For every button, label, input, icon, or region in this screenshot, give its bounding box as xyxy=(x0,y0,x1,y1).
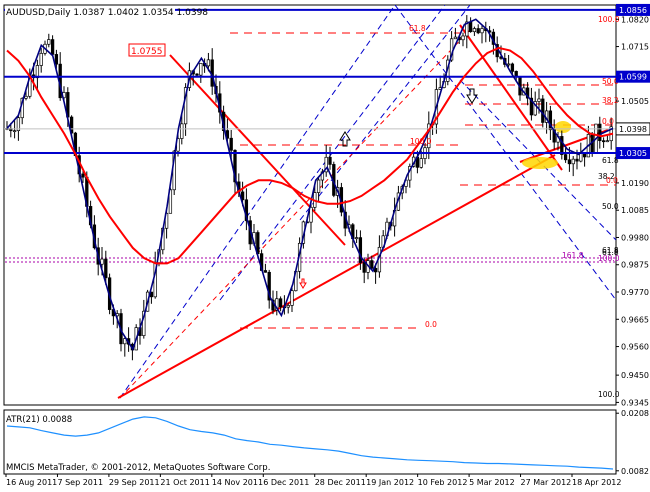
candle-body xyxy=(47,39,51,45)
chart-window: 100.0 61.8 50.0 38.2 0.0 61.8 100.0 0.0 100.0 61.… xyxy=(0,0,650,488)
fib-level-label: 61.8 xyxy=(409,24,426,33)
price-axis: 1.08201.07151.06101.05051.02951.01901.00… xyxy=(615,3,650,407)
fib-level-label: 38.2 xyxy=(602,96,619,105)
footer-copyright: MMCIS MetaTrader, © 2001-2012, MetaQuote… xyxy=(6,463,270,473)
price-axis-label: 0.9770 xyxy=(621,288,649,297)
time-axis-label: 16 Aug 2011 xyxy=(6,478,57,487)
price-axis-label: 1.0505 xyxy=(621,97,649,106)
fib-level-label: 161.8 xyxy=(562,251,584,260)
candle-body xyxy=(461,35,465,41)
candle-body xyxy=(229,137,233,151)
candle-body xyxy=(472,28,477,33)
candle-body xyxy=(81,173,85,178)
fib-level-label: 0.0 xyxy=(602,117,614,126)
candle-body xyxy=(541,98,545,123)
candle-body xyxy=(263,270,268,273)
time-axis-label: 28 Dec 2011 xyxy=(315,478,366,487)
price-axis-label: 0.9450 xyxy=(621,371,649,380)
candle-body xyxy=(100,258,104,265)
price-axis-label: 0.9345 xyxy=(621,398,649,407)
time-axis-label: 14 Nov 2011 xyxy=(212,478,263,487)
candle-body xyxy=(510,63,515,72)
current-price-label: 1.0398 xyxy=(619,125,647,134)
candle-body xyxy=(54,54,59,65)
candle-body xyxy=(419,158,423,168)
chart-canvas[interactable]: 100.061.850.038.20.061.8100.00.0100.061.… xyxy=(0,0,650,488)
candle-body xyxy=(582,153,587,158)
candle-body xyxy=(278,298,283,308)
candle-body xyxy=(506,63,511,66)
time-axis-label: 21 Oct 2011 xyxy=(160,478,209,487)
atr-title: ATR(21) 0.0088 xyxy=(6,415,72,425)
candle-body xyxy=(316,179,321,193)
candle-body xyxy=(50,39,55,55)
price-axis-label: 1.0085 xyxy=(621,206,649,215)
candle-body xyxy=(560,136,564,155)
candle-body xyxy=(180,123,184,139)
fib-level-label: 100.0 xyxy=(410,137,432,146)
price-axis-label: 0.9875 xyxy=(621,261,649,270)
price-axis-label: 0.9980 xyxy=(621,233,649,242)
fib-level-label: 100.0 xyxy=(598,390,620,399)
time-axis-label: 27 Mar 2012 xyxy=(521,478,572,487)
time-axis-label: 7 Sep 2011 xyxy=(57,478,103,487)
level-price-label: 1.0305 xyxy=(619,149,647,158)
candle-body xyxy=(286,305,290,308)
fib-level-label: 50.0 xyxy=(602,202,619,211)
candle-body xyxy=(567,159,572,165)
candle-body xyxy=(480,28,484,34)
level-price-label: 1.0856 xyxy=(619,6,647,15)
level-price-label: 1.0599 xyxy=(619,73,647,82)
price-axis-label: 1.0715 xyxy=(621,43,649,52)
candle-body xyxy=(571,158,575,165)
candle-body xyxy=(104,258,108,279)
candle-body xyxy=(199,62,203,76)
time-axis-label: 19 Jan 2012 xyxy=(366,478,414,487)
candle-body xyxy=(24,95,28,99)
candle-body xyxy=(476,28,480,34)
candle-body xyxy=(579,153,583,162)
time-axis-label: 18 Apr 2012 xyxy=(572,478,621,487)
fib-level-label: 100.0 xyxy=(598,254,620,263)
candle-body xyxy=(206,59,211,67)
chart-title: AUDUSD,Daily 1.0387 1.0402 1.0354 1.0398 xyxy=(6,8,208,18)
time-axis-label: 29 Sep 2011 xyxy=(109,478,160,487)
fib-level-label: 0.0 xyxy=(425,320,437,329)
price-axis-label: 0.9665 xyxy=(621,315,649,324)
time-axis-label: 5 Mar 2012 xyxy=(469,478,515,487)
price-axis-label: 0.9560 xyxy=(621,343,649,352)
candle-body xyxy=(195,73,199,76)
time-axis: 16 Aug 2011 7 Sep 2011 29 Sep 2011 21 Oct 2… xyxy=(5,474,621,487)
fib-level-label: 38.2 xyxy=(598,172,615,181)
candle-body xyxy=(290,290,294,306)
price-axis-label: 1.0820 xyxy=(621,15,649,24)
candle-body xyxy=(605,140,610,143)
price-axis-label: 1.0190 xyxy=(621,179,649,188)
candle-body xyxy=(39,52,43,66)
candle-body xyxy=(537,98,541,102)
time-axis-label: 10 Feb 2012 xyxy=(418,478,468,487)
atr-axis-label: 0.0208 xyxy=(621,409,649,418)
candle-body xyxy=(354,237,359,240)
candle-body xyxy=(328,156,332,165)
candle-body xyxy=(362,262,366,273)
time-axis-label: 6 Dec 2011 xyxy=(263,478,309,487)
candle-body xyxy=(468,21,473,33)
candle-body xyxy=(563,154,568,161)
candle-body xyxy=(601,140,606,143)
atr-axis-label: 0.0082 xyxy=(621,467,649,476)
price-marker-label: 1.0755 xyxy=(131,47,163,57)
candle-body xyxy=(575,158,579,162)
candle-body xyxy=(453,36,458,40)
candle-body xyxy=(12,130,17,133)
candle-body xyxy=(598,123,602,142)
candle-body xyxy=(370,260,374,269)
